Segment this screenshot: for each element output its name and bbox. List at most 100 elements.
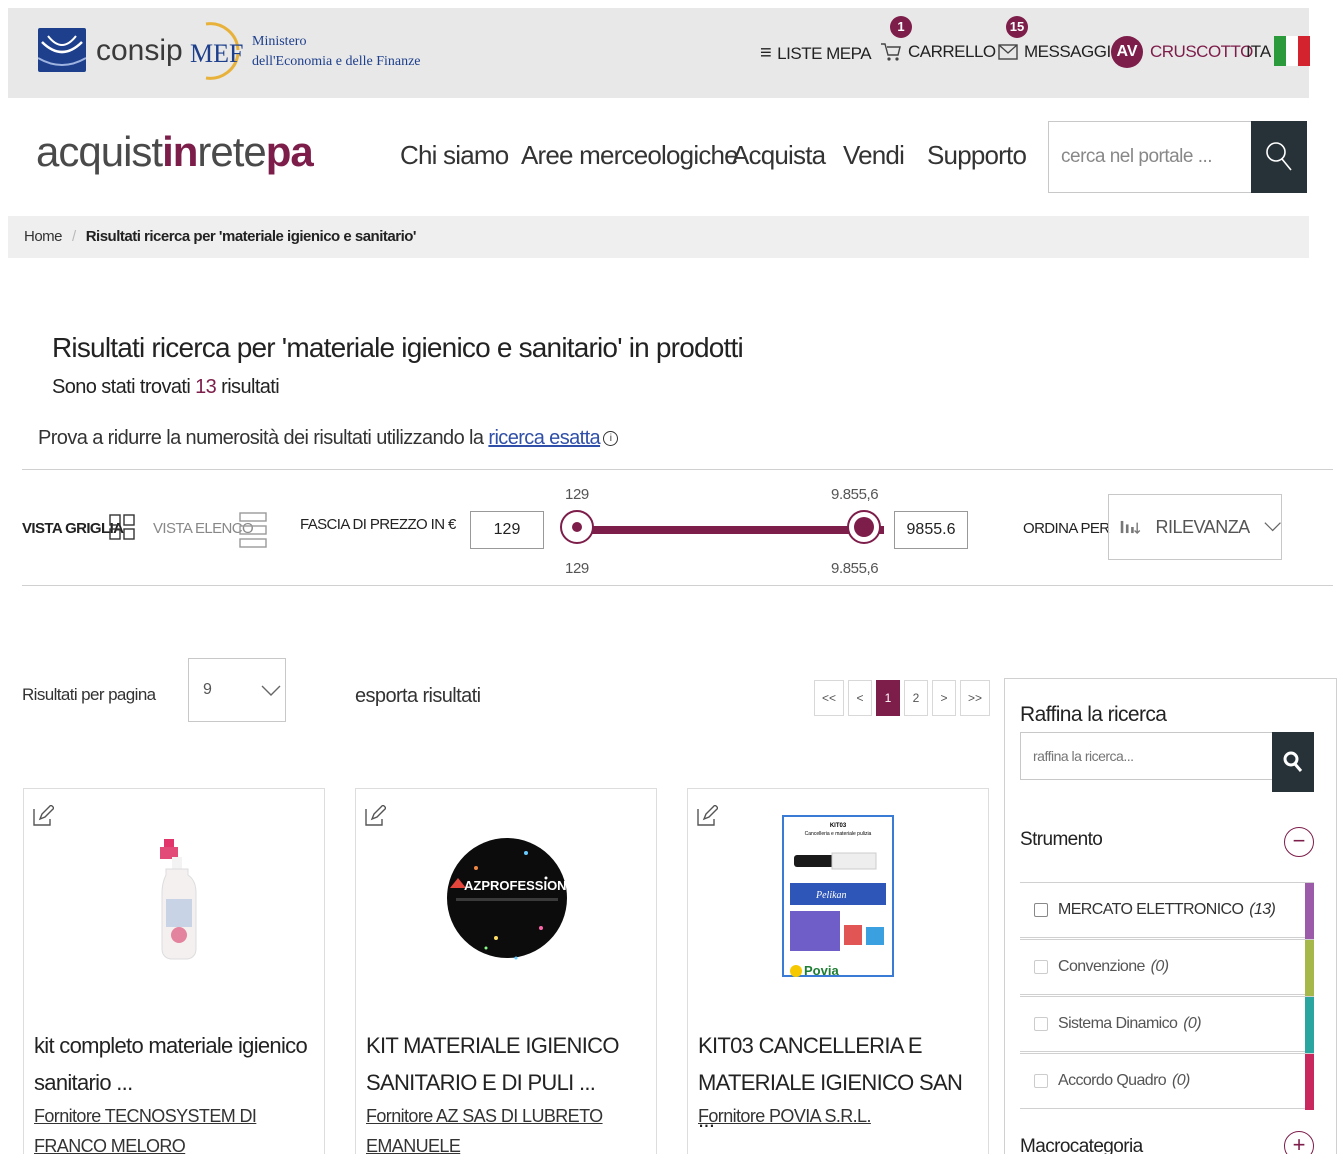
refine-title: Raffina la ricerca [1020, 703, 1167, 726]
refine-search-button[interactable] [1272, 732, 1314, 792]
nav-vendi[interactable]: Vendi [843, 140, 905, 171]
brand-part3: rete [197, 128, 266, 175]
pager-first[interactable]: << [814, 680, 844, 716]
expand-icon[interactable]: + [1284, 1131, 1314, 1154]
menu-icon: ≡ [760, 42, 772, 64]
exact-search-link[interactable]: ricerca esatta [488, 427, 600, 449]
product-image[interactable]: KIT03 Cancelleria e materiale pulizia Pe… [782, 815, 894, 985]
sort-icon [1120, 520, 1141, 535]
facet-label: Accordo Quadro [1058, 1072, 1167, 1089]
user-avatar[interactable]: AV [1111, 36, 1143, 68]
brand-part1: acquist [36, 128, 163, 175]
pager-page-2[interactable]: 2 [904, 680, 928, 716]
liste-mepa-link[interactable]: ≡ LISTE MEPA [760, 42, 872, 65]
pager-prev[interactable]: < [848, 680, 872, 716]
checkbox [1034, 960, 1048, 974]
hint-text: Prova a ridurre la numerosità dei risult… [38, 427, 484, 449]
price-slider-min-handle[interactable] [560, 510, 594, 544]
collapse-icon[interactable]: − [1284, 827, 1314, 857]
consip-logo[interactable] [38, 28, 86, 72]
breadcrumb-separator: / [72, 228, 76, 245]
refine-panel: Raffina la ricerca Strumento − MERCATO E… [1004, 678, 1337, 1154]
slider-min-top-label: 129 [565, 486, 589, 503]
liste-mepa-label: LISTE MEPA [777, 43, 872, 63]
mef-line2: dell'Economia e delle Finanze [252, 54, 421, 69]
count-number: 13 [195, 376, 217, 398]
facet-color-bar [1305, 883, 1314, 939]
language-selector[interactable]: ITA [1246, 42, 1271, 62]
product-image[interactable]: AZPROFESSIONAL [446, 808, 568, 988]
nav-chi-siamo[interactable]: Chi siamo [400, 140, 509, 171]
brand-part2: in [162, 128, 198, 175]
refine-search-input[interactable] [1020, 732, 1272, 780]
product-vendor-link[interactable]: Fornitore TECNOSYSTEM DI FRANCO MELORO [34, 1101, 316, 1154]
breadcrumb-current: Risultati ricerca per 'materiale igienic… [85, 228, 417, 245]
pager-next[interactable]: > [932, 680, 956, 716]
edit-icon[interactable] [696, 805, 718, 827]
pager-page-1[interactable]: 1 [876, 680, 900, 716]
product-title[interactable]: KIT MATERIALE IGIENICO SANITARIO E DI PU… [366, 1027, 648, 1101]
product-card[interactable]: kit completo materiale igienico sanitari… [23, 788, 325, 1154]
page-title: Risultati ricerca per 'materiale igienic… [52, 332, 744, 363]
facet-label: MERCATO ELETTRONICO [1058, 901, 1244, 918]
cart-badge: 1 [890, 16, 912, 38]
search-icon [1283, 751, 1303, 772]
grid-view-icon[interactable] [109, 514, 135, 540]
chevron-down-icon [1264, 522, 1281, 532]
brand-part4: pa [265, 128, 314, 175]
nav-supporto[interactable]: Supporto [927, 140, 1027, 171]
results-per-page-select[interactable]: 9 [188, 658, 286, 722]
count-prefix: Sono stati trovati [52, 376, 191, 398]
sort-value: RILEVANZA [1155, 516, 1251, 537]
list-view-icon[interactable] [239, 512, 267, 548]
checkbox[interactable] [1034, 903, 1048, 917]
sort-select[interactable]: RILEVANZA [1108, 494, 1282, 560]
mef-line1: Ministero [252, 34, 307, 49]
product-vendor-link[interactable]: Fornitore AZ SAS DI LUBRETO EMANUELE [366, 1101, 648, 1154]
pager-last[interactable]: >> [960, 680, 990, 716]
edit-icon[interactable] [32, 805, 54, 827]
facet-mercato-elettronico[interactable]: MERCATO ELETTRONICO (13) [1020, 882, 1314, 939]
price-min-input[interactable]: 129 [470, 511, 544, 549]
product-card[interactable]: KIT03 Cancelleria e materiale pulizia Pe… [687, 788, 989, 1154]
facet-sistema-dinamico: Sistema Dinamico (0) [1020, 996, 1314, 1053]
carrello-label: CARRELLO [908, 42, 996, 61]
messages-badge: 15 [1006, 16, 1028, 38]
macrocategoria-heading: Macrocategoria [1020, 1136, 1143, 1154]
carrello-link[interactable]: CARRELLO [880, 42, 996, 62]
info-icon[interactable]: i [603, 431, 619, 447]
mail-icon [998, 44, 1018, 60]
strumento-heading: Strumento [1020, 829, 1103, 850]
price-range-label: FASCIA DI PREZZO IN € [300, 516, 456, 533]
chevron-down-icon [261, 685, 281, 696]
price-slider-track[interactable] [590, 526, 884, 534]
product-image[interactable] [150, 839, 204, 961]
export-results-link[interactable]: esporta risultati [355, 685, 481, 708]
pagination: << < 1 2 > >> [814, 680, 990, 716]
breadcrumb-home[interactable]: Home [24, 228, 63, 245]
search-hint: Prova a ridurre la numerosità dei risult… [38, 427, 619, 450]
brand-logo[interactable]: acquistinretepa [36, 128, 314, 176]
slider-min-bottom-label: 129 [565, 560, 589, 577]
price-slider-max-handle[interactable] [847, 510, 881, 544]
count-suffix: risultati [221, 376, 280, 398]
nav-acquista[interactable]: Acquista [732, 140, 826, 171]
sort-label: ORDINA PER [1023, 520, 1110, 537]
portal-search-input[interactable] [1048, 121, 1252, 193]
messaggi-link[interactable]: MESSAGGI [998, 42, 1111, 62]
facet-label: Convenzione [1058, 958, 1145, 975]
cart-icon [881, 43, 901, 61]
filter-bar: VISTA GRIGLIA VISTA ELENCO FASCIA DI PRE… [22, 469, 1333, 586]
cruscotto-link[interactable]: CRUSCOTTO [1150, 42, 1253, 62]
product-vendor-link[interactable]: Fornitore POVIA S.R.L. [698, 1101, 980, 1131]
edit-icon[interactable] [364, 805, 386, 827]
slider-max-bottom-label: 9.855,6 [831, 560, 879, 577]
search-button[interactable] [1251, 121, 1307, 193]
product-card[interactable]: AZPROFESSIONAL KIT MATERIALE IGIENICO SA… [355, 788, 657, 1154]
mef-logo[interactable]: MEF [186, 18, 248, 84]
price-max-input[interactable]: 9855.6 [894, 511, 968, 549]
facet-convenzione: Convenzione (0) [1020, 939, 1314, 996]
search-icon [1266, 142, 1292, 171]
nav-aree-merceologiche[interactable]: Aree merceologiche [521, 140, 739, 171]
product-title[interactable]: kit completo materiale igienico sanitari… [34, 1027, 316, 1101]
